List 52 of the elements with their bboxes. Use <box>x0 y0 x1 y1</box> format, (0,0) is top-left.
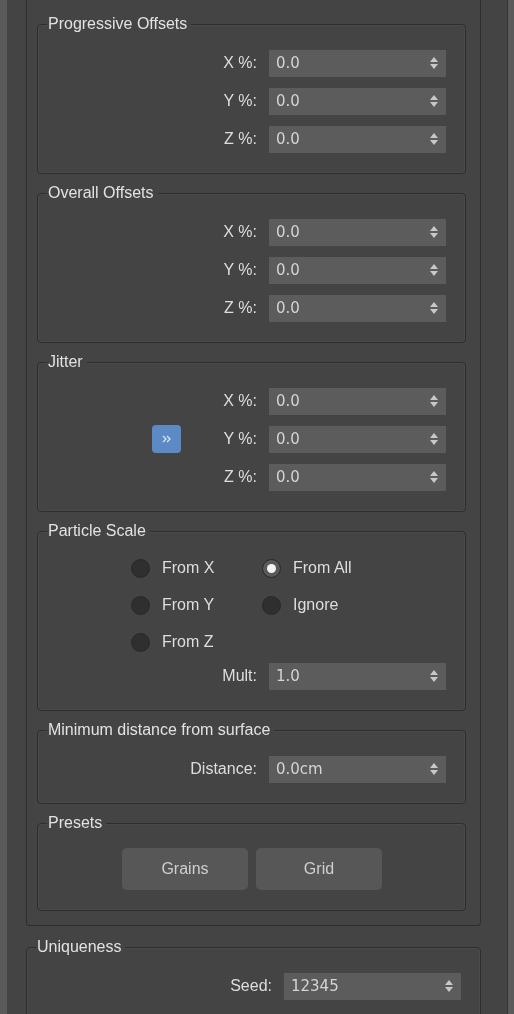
radio-button[interactable] <box>131 632 150 652</box>
field-label: Y %: <box>223 92 257 110</box>
spinner-arrows-icon[interactable] <box>430 433 438 445</box>
spinner-field[interactable]: 1.0 <box>269 662 446 690</box>
expand-button[interactable] <box>152 425 182 453</box>
radio-button[interactable] <box>262 595 281 615</box>
radio-button[interactable] <box>131 595 150 615</box>
spinner-field[interactable]: 0.0cm <box>269 755 446 783</box>
preset-button[interactable]: Grid <box>256 848 382 890</box>
field-label: Z %: <box>224 130 257 148</box>
spinner-field[interactable]: 0.0 <box>269 256 446 284</box>
radio-button[interactable] <box>131 558 150 578</box>
field-label: X %: <box>223 392 257 410</box>
spinner-field[interactable]: 0.0 <box>269 294 446 322</box>
group-title: Progressive Offsets <box>47 14 192 34</box>
spinner-arrows-icon[interactable] <box>430 763 438 775</box>
spinner-field[interactable]: 0.0 <box>269 387 446 415</box>
spinner-field[interactable]: 0.0 <box>269 49 446 77</box>
spinner-field[interactable]: 0.0 <box>269 218 446 246</box>
radio-label[interactable]: From Y <box>162 596 215 614</box>
field-label: Y %: <box>223 261 257 279</box>
radio-label[interactable]: From Z <box>162 633 214 651</box>
double-chevron-icon <box>162 435 172 443</box>
spinner-field[interactable]: 0.0 <box>269 425 446 453</box>
spinner-arrows-icon[interactable] <box>430 57 438 69</box>
spinner-field[interactable]: 0.0 <box>269 463 446 491</box>
spinner-arrows-icon[interactable] <box>430 264 438 276</box>
field-label: Distance: <box>190 760 257 778</box>
spinner-field[interactable]: 12345 <box>284 972 461 1000</box>
radio-button[interactable] <box>262 558 281 578</box>
spinner-arrows-icon[interactable] <box>445 980 453 992</box>
spinner-arrows-icon[interactable] <box>430 471 438 483</box>
field-label: Seed: <box>230 977 272 995</box>
spinner-arrows-icon[interactable] <box>430 302 438 314</box>
spinner-field[interactable]: 0.0 <box>269 125 446 153</box>
field-label: Mult: <box>222 667 257 685</box>
spinner-arrows-icon[interactable] <box>430 670 438 682</box>
spinner-arrows-icon[interactable] <box>430 95 438 107</box>
field-label: Y %: <box>223 430 257 448</box>
field-label: X %: <box>223 223 257 241</box>
spinner-field[interactable]: 0.0 <box>269 87 446 115</box>
spinner-arrows-icon[interactable] <box>430 226 438 238</box>
radio-label[interactable]: Ignore <box>293 596 339 614</box>
field-label: Z %: <box>224 299 257 317</box>
field-label: Z %: <box>224 468 257 486</box>
radio-label[interactable]: From X <box>162 559 215 577</box>
group-title: Uniqueness <box>36 937 126 957</box>
preset-button[interactable]: Grains <box>122 848 248 890</box>
radio-label[interactable]: From All <box>293 559 352 577</box>
spinner-arrows-icon[interactable] <box>430 133 438 145</box>
field-label: X %: <box>223 54 257 72</box>
spinner-arrows-icon[interactable] <box>430 395 438 407</box>
